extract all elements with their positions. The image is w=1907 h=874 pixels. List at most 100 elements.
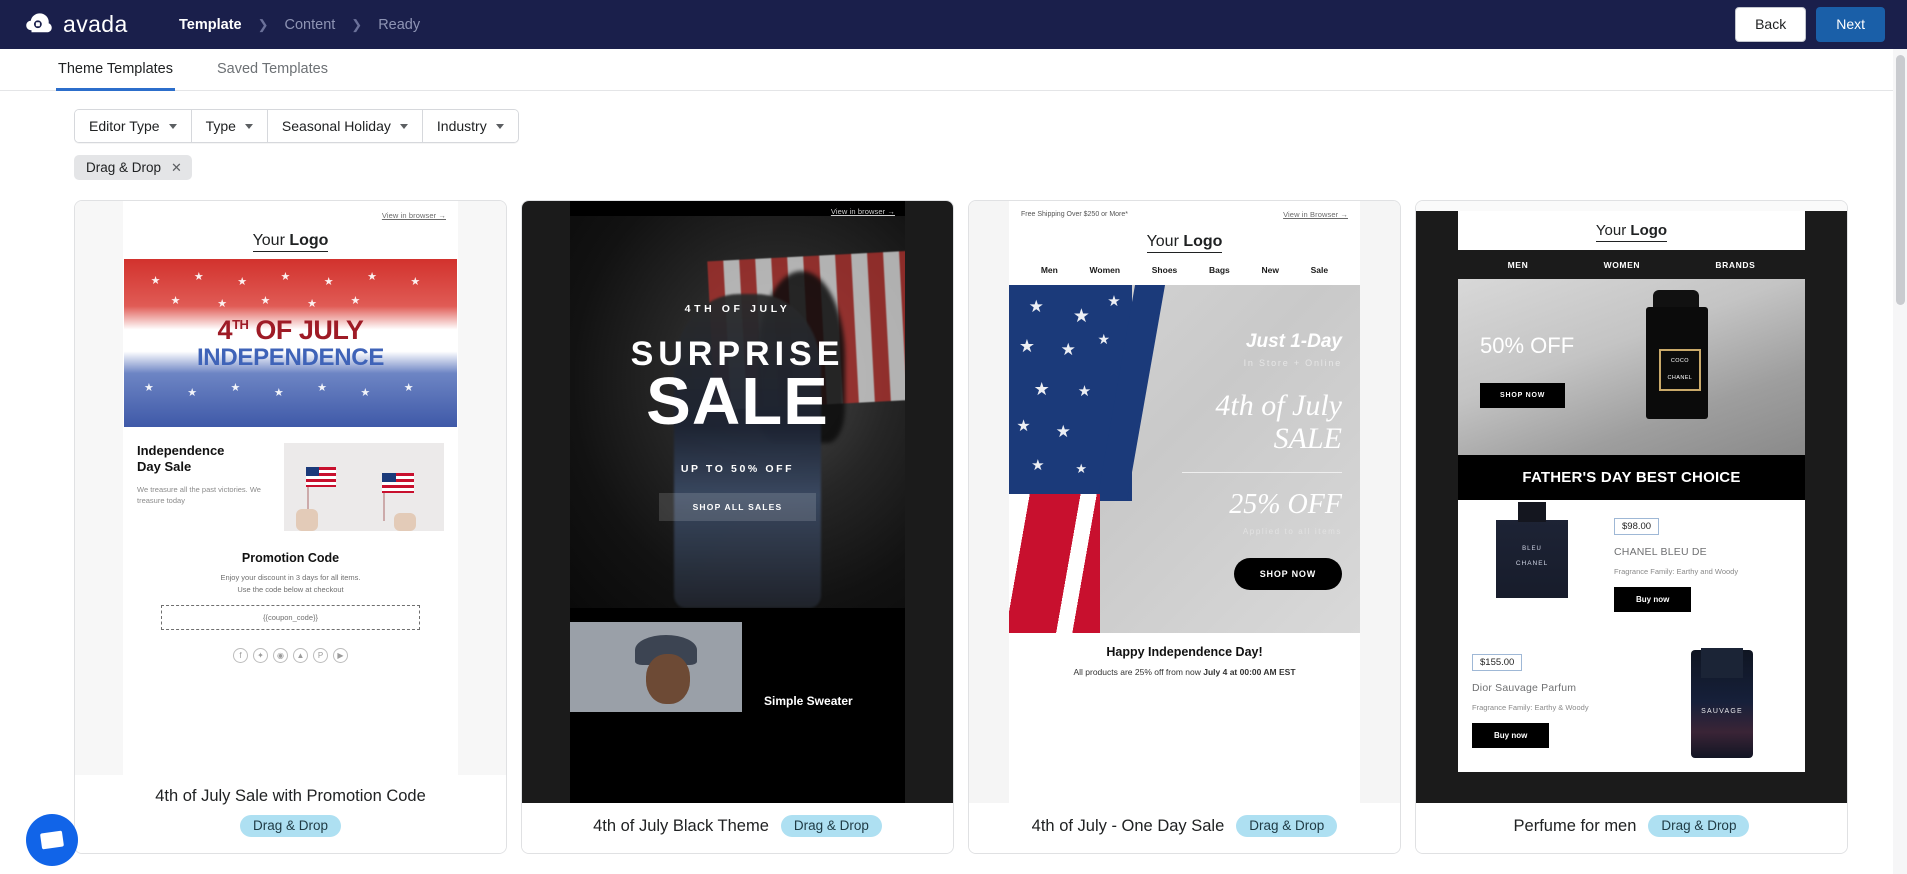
card-tag: Drag & Drop [1236, 815, 1338, 837]
logo-prefix: Your [1146, 233, 1184, 253]
breadcrumb: Template ❯ Content ❯ Ready [179, 17, 420, 33]
template-card-4th-of-july-black[interactable]: View in browser → 4TH OF JULY SURPRISE S… [521, 200, 954, 854]
view-in-browser-link[interactable]: View in browser → [382, 211, 446, 220]
hero-discount: 25% OFF [1229, 488, 1342, 520]
template-card-perfume-for-men[interactable]: Your Logo MEN WOMEN BRANDS COCO CHANEL 5… [1415, 200, 1848, 854]
hero-applied-note: Applied to all items [1242, 526, 1342, 536]
promo-body: Enjoy your discount in 3 days for all it… [220, 573, 361, 594]
nav-item-sale[interactable]: Sale [1311, 265, 1329, 275]
chevron-right-icon: ❯ [257, 17, 269, 32]
chevron-down-icon [495, 123, 504, 129]
tab-saved-templates[interactable]: Saved Templates [215, 50, 330, 91]
buy-now-button[interactable]: Buy now [1472, 723, 1550, 749]
filter-seasonal-holiday[interactable]: Seasonal Holiday [267, 110, 423, 142]
bottle-label-bottom: CHANEL [1667, 375, 1693, 382]
card-tag: Drag & Drop [239, 815, 342, 837]
shop-now-button[interactable]: SHOP NOW [1233, 557, 1342, 590]
email-logo: Your Logo [1458, 211, 1805, 250]
tab-theme-templates[interactable]: Theme Templates [56, 50, 175, 91]
hero-headline-1: 4th of July [1215, 389, 1342, 422]
view-in-browser-link[interactable]: View in browser → [831, 207, 895, 216]
logo-prefix: Your [1595, 222, 1631, 242]
dior-sauvage-bottle: SAUVAGE [1691, 648, 1753, 758]
logo-prefix: Your [252, 232, 290, 252]
nav-item-shoes[interactable]: Shoes [1152, 265, 1178, 275]
chip-drag-and-drop[interactable]: Drag & Drop ✕ [74, 155, 192, 180]
email-preview: Free Shipping Over $250 or More* View in… [969, 201, 1400, 803]
card-footer: 4th of July - One Day Sale Drag & Drop [969, 803, 1400, 853]
logo-bold: Logo [289, 232, 329, 249]
email-logo: Your Logo [123, 220, 458, 259]
hero-headline-2: INDEPENDENCE [196, 344, 385, 371]
hero-banner: 4TH OF JULY SURPRISE SALE UP TO 50% OFF … [570, 216, 905, 608]
filter-editor-type[interactable]: Editor Type [75, 110, 192, 142]
product-photo: SAUVAGE [1661, 648, 1791, 760]
nav-item-men[interactable]: MEN [1508, 260, 1529, 270]
twitter-icon[interactable]: ✦ [253, 648, 268, 663]
social-links: f ✦ ◉ ▲ P ▶ [123, 648, 458, 663]
hero-in-store: In Store + Online [1243, 358, 1342, 368]
view-in-browser-link[interactable]: View in Browser → [1283, 210, 1348, 219]
facebook-icon[interactable]: f [233, 648, 248, 663]
next-button[interactable]: Next [1816, 7, 1885, 42]
snapchat-icon[interactable]: ▲ [293, 648, 308, 663]
page-scrollbar[interactable] [1893, 49, 1907, 874]
bottle-text: SAUVAGE [1701, 708, 1743, 715]
template-card-4th-of-july-one-day-sale[interactable]: Free Shipping Over $250 or More* View in… [968, 200, 1401, 854]
breadcrumb-content[interactable]: Content [285, 17, 336, 33]
hero-subline: UP TO 50% OFF [680, 463, 795, 475]
card-title: 4th of July Black Theme [593, 816, 769, 835]
card-tag: Drag & Drop [780, 815, 882, 837]
filter-editor-type-label: Editor Type [89, 118, 160, 134]
product-photo [570, 622, 742, 712]
scrollbar-thumb[interactable] [1896, 55, 1905, 305]
shop-now-button[interactable]: SHOP NOW [1480, 383, 1566, 408]
bleu-de-chanel-bottle: BLEU CHANEL [1496, 502, 1568, 598]
logo-bold: Logo [1183, 233, 1223, 250]
instagram-icon[interactable]: ◉ [273, 648, 288, 663]
product-row: SAUVAGE $155.00 Dior Sauvage Parfum Frag… [1458, 636, 1805, 772]
section-band: FATHER'S DAY BEST CHOICE [1458, 455, 1805, 500]
product-price: $155.00 [1472, 654, 1523, 671]
filter-bar: Editor Type Type Seasonal Holiday Indust… [0, 91, 1907, 143]
nav-item-women[interactable]: Women [1090, 265, 1121, 275]
nav-item-men[interactable]: Men [1041, 265, 1058, 275]
flag-stars-section: ★ ★ ★ ★ ★ ★ ★ ★ ★ ★ ★ ★ [1009, 285, 1132, 501]
flag-stripes-section [1009, 493, 1101, 633]
nav-item-new[interactable]: New [1261, 265, 1278, 275]
card-tag: Drag & Drop [1648, 815, 1750, 837]
nav-item-women[interactable]: WOMEN [1604, 260, 1641, 270]
hero-just-one-day: Just 1-Day [1245, 331, 1342, 352]
top-bar: avada Template ❯ Content ❯ Ready Back Ne… [0, 0, 1907, 49]
nav-item-bags[interactable]: Bags [1209, 265, 1230, 275]
filter-group: Editor Type Type Seasonal Holiday Indust… [74, 109, 519, 143]
shop-all-sales-button[interactable]: SHOP ALL SALES [658, 493, 817, 521]
template-card-4th-of-july-promo[interactable]: View in browser → Your Logo ★ ★ ★ ★ ★ ★ ★ ★… [74, 200, 507, 854]
template-preview: Free Shipping Over $250 or More* View in… [969, 201, 1400, 803]
bottle-text-bottom: CHANEL [1515, 560, 1549, 567]
footer-body: All products are 25% off from now July 4… [1073, 667, 1296, 677]
product-name: Dior Sauvage Parfum [1472, 682, 1577, 694]
chevron-down-icon [244, 123, 253, 129]
template-preview: Your Logo MEN WOMEN BRANDS COCO CHANEL 5… [1416, 201, 1847, 803]
brand: avada [24, 10, 164, 40]
product-price: $98.00 [1614, 518, 1660, 535]
hero-discount: 50% OFF [1480, 333, 1575, 358]
avada-cloud-logo-icon [26, 12, 52, 32]
youtube-icon[interactable]: ▶ [333, 648, 348, 663]
filter-type[interactable]: Type [191, 110, 268, 142]
close-icon[interactable]: ✕ [171, 161, 182, 174]
chat-widget-button[interactable] [26, 814, 78, 866]
breadcrumb-ready[interactable]: Ready [378, 17, 420, 33]
buy-now-button[interactable]: Buy now [1614, 587, 1692, 613]
pinterest-icon[interactable]: P [313, 648, 328, 663]
nav-item-brands[interactable]: BRANDS [1715, 260, 1755, 270]
hero-banner: ★ ★ ★ ★ ★ ★ ★ ★ ★ ★ ★ ★ ★ ★ ★ ★ ★ ★ ★ 4T… [124, 259, 457, 427]
product-row: BLEU CHANEL $98.00 CHANEL BLEU DE Fragra… [1458, 500, 1805, 636]
filter-industry[interactable]: Industry [422, 110, 518, 142]
back-button[interactable]: Back [1735, 7, 1807, 42]
hero-banner: ★ ★ ★ ★ ★ ★ ★ ★ ★ ★ ★ ★ Just 1-Day In St… [1009, 285, 1360, 633]
breadcrumb-template[interactable]: Template [179, 17, 242, 33]
email-nav: MEN WOMEN BRANDS [1458, 250, 1805, 279]
hero-headline-2: SALE [646, 364, 829, 439]
